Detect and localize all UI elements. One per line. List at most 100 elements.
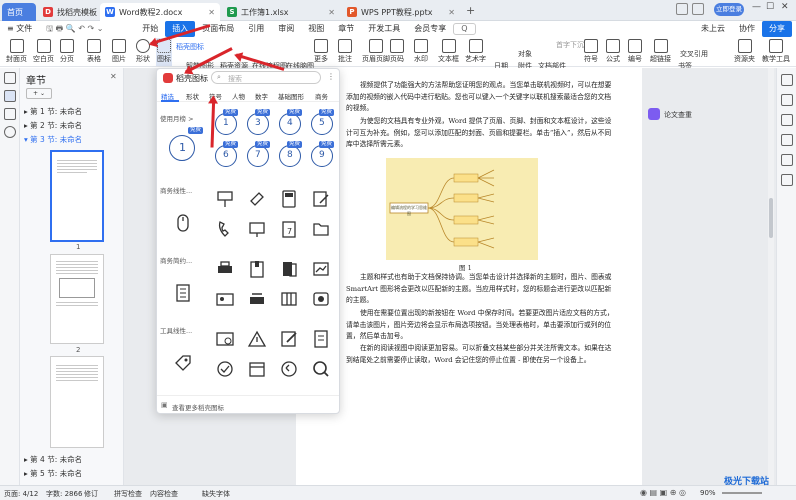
- undo-icon[interactable]: [275, 355, 303, 383]
- cover-page-button[interactable]: 封面页: [6, 38, 27, 66]
- teaching-tools-button[interactable]: 教学工具: [762, 38, 790, 66]
- mouse-icon[interactable]: [169, 209, 197, 237]
- page-break-button[interactable]: 分页: [60, 38, 74, 66]
- link-icon[interactable]: [243, 185, 271, 213]
- phone-icon[interactable]: [211, 215, 239, 243]
- tag-icon[interactable]: [169, 349, 197, 377]
- tab-number[interactable]: 数字: [255, 91, 268, 101]
- close-window-icon[interactable]: ✕: [781, 2, 789, 12]
- chapter-item-4[interactable]: ▸ 第 4 节: 未命名: [24, 454, 82, 465]
- cloud-status[interactable]: 未上云: [694, 21, 732, 37]
- menu-view[interactable]: 视图: [301, 21, 331, 37]
- page-thumbnail-1[interactable]: [50, 150, 104, 242]
- chapter-item-3[interactable]: ▾ 第 3 节: 未命名: [24, 134, 82, 145]
- category-business-simple[interactable]: 商务简约...: [160, 255, 192, 265]
- zoom-slider[interactable]: [722, 492, 762, 494]
- chapter-nav-icon[interactable]: [4, 90, 16, 102]
- collab-button[interactable]: 协作: [732, 21, 762, 37]
- hyperlink-button[interactable]: 超链接: [650, 38, 671, 66]
- presentation-icon[interactable]: [243, 215, 271, 243]
- number-circle-icon[interactable]: 8: [279, 145, 301, 167]
- maximize-icon[interactable]: ☐: [766, 2, 774, 12]
- number-circle-icon[interactable]: 4: [279, 113, 301, 135]
- check-circle-icon[interactable]: [211, 355, 239, 383]
- edit-doc-icon[interactable]: [307, 185, 335, 213]
- tool-icon[interactable]: [781, 134, 793, 146]
- search-nav-icon[interactable]: [4, 126, 16, 138]
- header-footer-button[interactable]: 页眉页脚: [362, 38, 390, 66]
- scanner-icon[interactable]: [243, 285, 271, 313]
- page-thumbnail-2[interactable]: [50, 254, 104, 344]
- drop-cap-button[interactable]: 首字下沉: [556, 40, 584, 50]
- paper-check-label[interactable]: 论文查重: [664, 110, 692, 120]
- chapter-item-2[interactable]: ▸ 第 2 节: 未命名: [24, 120, 82, 131]
- cross-ref-button[interactable]: 交叉引用: [680, 40, 708, 68]
- tab-basic-shapes[interactable]: 基础图形: [278, 91, 304, 101]
- bars-icon[interactable]: [275, 285, 303, 313]
- comment-button[interactable]: 批注: [338, 38, 352, 66]
- watermark-button[interactable]: 水印: [414, 38, 428, 66]
- tab-shape[interactable]: 形状: [186, 91, 199, 101]
- list-doc-icon[interactable]: [169, 279, 197, 307]
- zoom-level[interactable]: 90%: [700, 489, 716, 497]
- number-circle-icon[interactable]: 5: [311, 113, 333, 135]
- blank-page-button[interactable]: 空白页: [33, 38, 54, 66]
- id-card-icon[interactable]: [211, 325, 239, 353]
- tool-icon[interactable]: [781, 74, 793, 86]
- tab-business[interactable]: 商务: [315, 91, 328, 101]
- menu-home[interactable]: 开始: [135, 21, 165, 37]
- warning-icon[interactable]: [243, 325, 271, 353]
- nav-pane-icon[interactable]: [4, 72, 16, 84]
- more-options-icon[interactable]: ⋮: [327, 72, 335, 81]
- close-icon[interactable]: ✕: [448, 8, 455, 17]
- close-icon[interactable]: ✕: [328, 8, 335, 17]
- close-icon[interactable]: ✕: [208, 8, 215, 17]
- menu-developer[interactable]: 开发工具: [361, 21, 407, 37]
- menu-review[interactable]: 审阅: [271, 21, 301, 37]
- share-button[interactable]: 分享: [762, 21, 792, 37]
- view-mode-icons[interactable]: ◉ ▤ ▣ ⊕ ◎: [640, 488, 686, 497]
- tab-home[interactable]: 首页: [2, 3, 36, 21]
- coupon-icon[interactable]: [307, 285, 335, 313]
- mindmap-figure[interactable]: 编辑流程的学习思维图: [386, 158, 538, 260]
- calculator-icon[interactable]: [275, 185, 303, 213]
- document-icon[interactable]: [307, 325, 335, 353]
- more-button[interactable]: 更多: [314, 38, 328, 66]
- layout-icon[interactable]: [676, 3, 688, 15]
- revise-toggle[interactable]: 修订: [84, 489, 98, 499]
- calendar-icon[interactable]: [243, 355, 271, 383]
- category-monthly[interactable]: 使用月榜 >: [160, 113, 194, 123]
- login-button[interactable]: 立即登录: [714, 3, 744, 16]
- symbol-button[interactable]: 符号: [584, 38, 598, 66]
- see-more-link[interactable]: 查看更多稻壳图标: [172, 402, 224, 412]
- menu-chapter[interactable]: 章节: [331, 21, 361, 37]
- docer-icons-link[interactable]: 稻壳图标: [176, 42, 204, 52]
- number-1-circle-icon[interactable]: 1: [169, 135, 195, 161]
- menu-member[interactable]: 会员专享: [407, 21, 453, 37]
- document-page[interactable]: 视频提供了功能强大的方法帮助您证明您的观点。当您单击联机视频时，可以在想要添加的…: [296, 68, 642, 485]
- calendar-7-icon[interactable]: 7: [275, 215, 303, 243]
- tab-word[interactable]: W Word教程2.docx ✕: [100, 3, 220, 21]
- chart-icon[interactable]: [307, 255, 335, 283]
- number-circle-icon[interactable]: 9: [311, 145, 333, 167]
- close-icon[interactable]: ✕: [110, 72, 117, 81]
- new-chapter-button[interactable]: + ⌄: [26, 88, 52, 99]
- picture-button[interactable]: 图片: [112, 38, 126, 66]
- vertical-scrollbar[interactable]: [768, 68, 774, 485]
- category-business-line[interactable]: 商务线性...: [160, 185, 192, 195]
- tab-people[interactable]: 人物: [232, 91, 245, 101]
- textbox-button[interactable]: 文本框: [438, 38, 459, 66]
- category-tools-line[interactable]: 工具线性...: [160, 325, 192, 335]
- quick-access[interactable]: 🖫 🖶 🔍 ↶ ↷ ⌄: [39, 21, 135, 37]
- menu-file[interactable]: ≡ 文件: [0, 21, 39, 37]
- formula-button[interactable]: 公式: [606, 38, 620, 66]
- paper-check-icon[interactable]: [648, 108, 660, 120]
- wordart-button[interactable]: 艺术字: [465, 38, 486, 66]
- page-thumbnail-3[interactable]: [50, 356, 104, 448]
- tab-docer[interactable]: D 找稻壳模板: [38, 3, 98, 21]
- new-tab-icon[interactable]: +: [466, 4, 475, 17]
- spell-check[interactable]: 拼写检查: [114, 489, 142, 499]
- page-indicator[interactable]: 页面: 4/12: [4, 489, 38, 499]
- numbering-button[interactable]: 编号: [628, 38, 642, 66]
- tab-excel[interactable]: S 工作簿1.xlsx ✕: [222, 3, 340, 21]
